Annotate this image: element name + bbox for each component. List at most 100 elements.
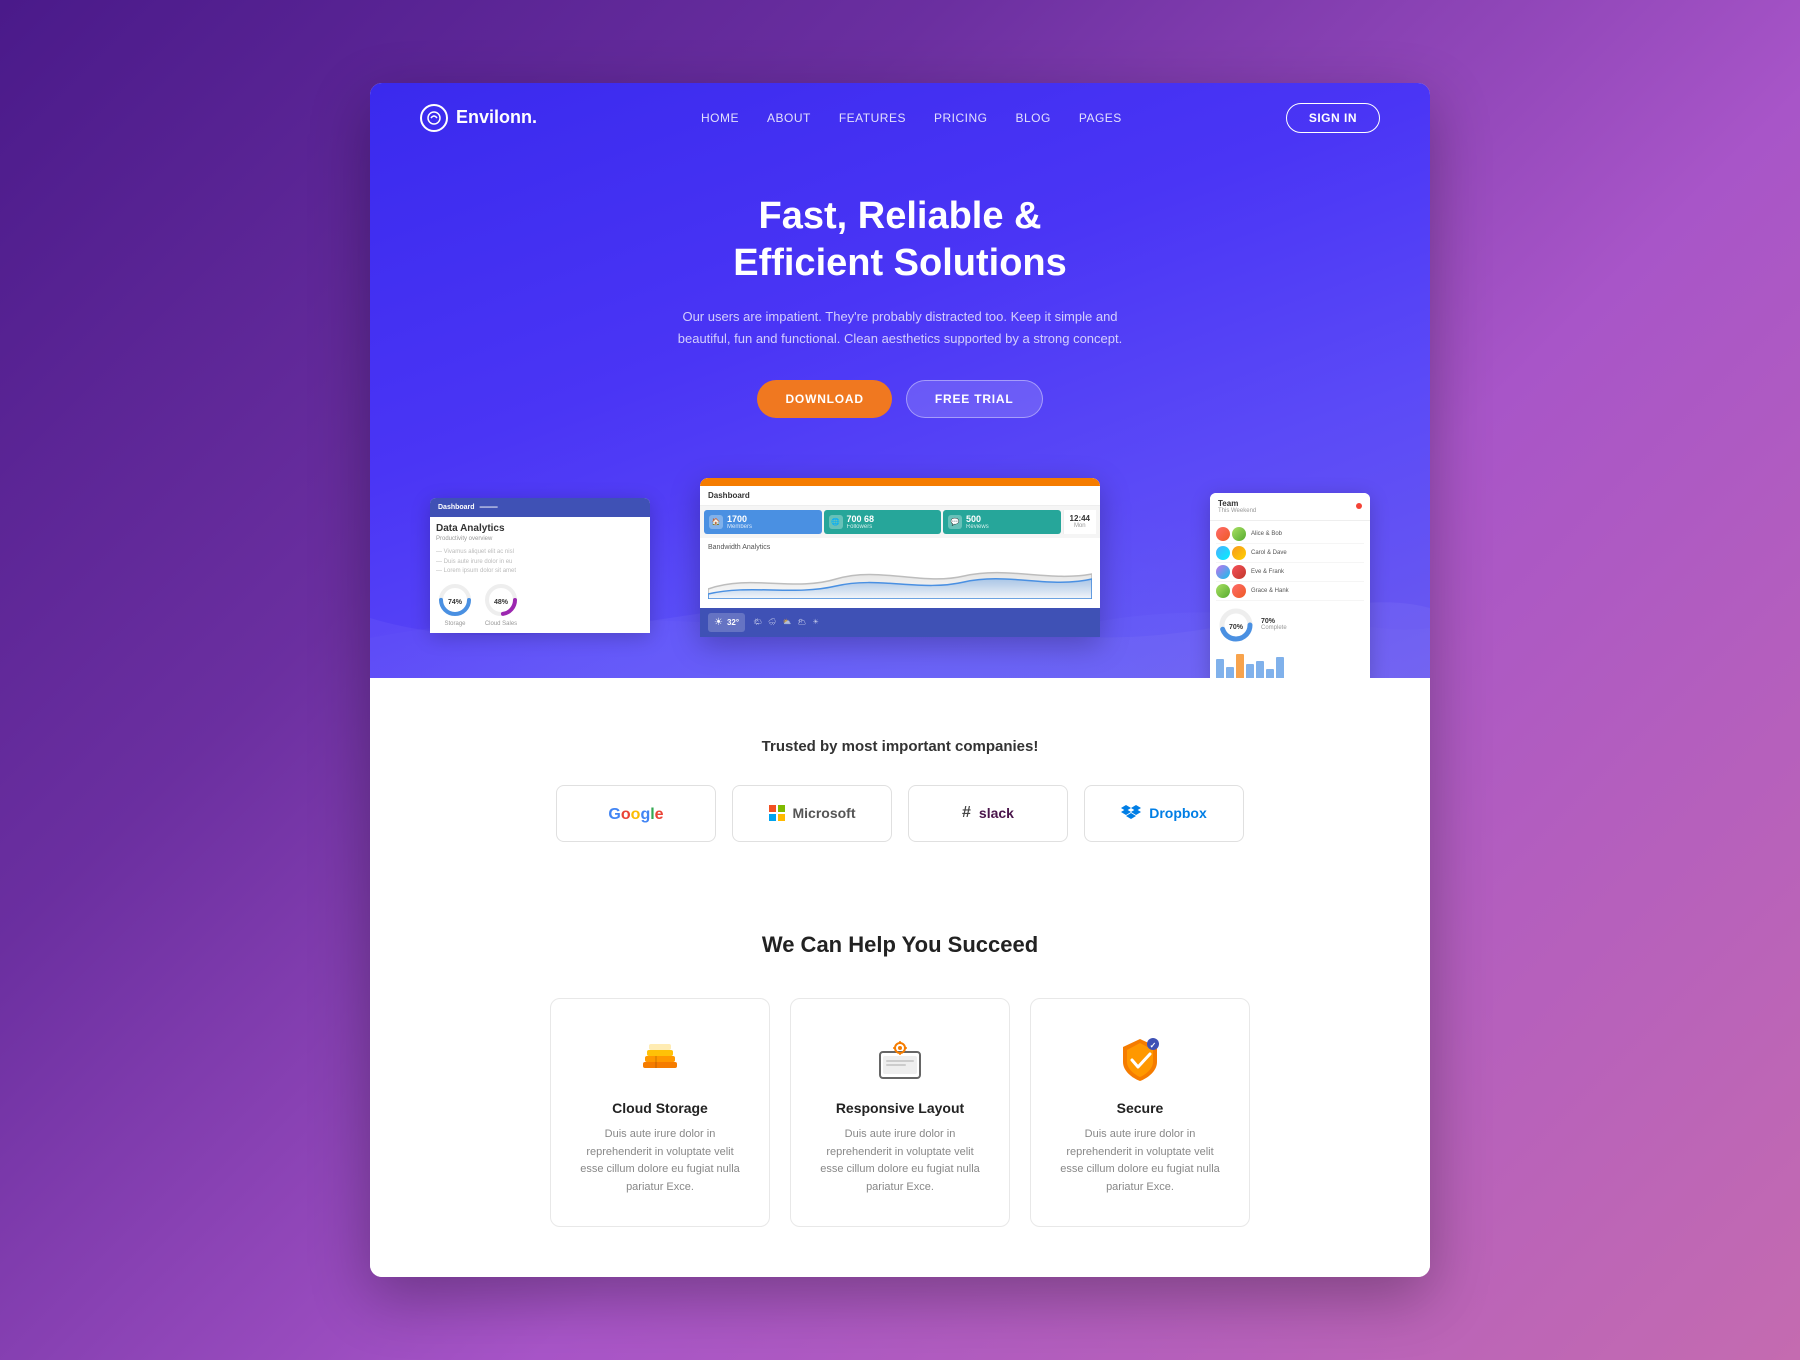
home-icon: 🏠 xyxy=(709,515,723,529)
globe-icon: 🌐 xyxy=(829,515,843,529)
features-grid: Cloud Storage Duis aute irure dolor in r… xyxy=(410,998,1390,1227)
nav-links: HOME ABOUT FEATURES PRICING BLOG PAGES xyxy=(701,109,1122,127)
microsoft-icon xyxy=(769,805,785,821)
dropbox-label: Dropbox xyxy=(1149,805,1207,821)
signin-button[interactable]: SIGN IN xyxy=(1286,103,1380,133)
team-title-wrapper: Team This Weekend xyxy=(1218,499,1256,514)
nav-pricing[interactable]: PRICING xyxy=(934,111,988,125)
weather-card: ☀ 32° xyxy=(708,613,745,632)
logo-icon xyxy=(420,104,448,132)
avatar-4 xyxy=(1232,546,1246,560)
dash-right-header: Team This Weekend xyxy=(1210,493,1370,521)
cloud-storage-icon xyxy=(635,1034,685,1084)
responsive-layout-icon xyxy=(875,1034,925,1084)
bar-5 xyxy=(1256,661,1264,678)
dash-label: Dashboard xyxy=(708,491,750,500)
team-list: Alice & Bob Carol & Dave xyxy=(1210,521,1370,678)
stat-reviews: 💬 500 Reviews xyxy=(943,510,1061,534)
time-date: Mon xyxy=(1074,523,1086,529)
member-name-4: Grace & Hank xyxy=(1251,588,1289,594)
stat-members: 🏠 1700 Members xyxy=(704,510,822,534)
bar-3 xyxy=(1236,654,1244,678)
logo-dropbox[interactable]: Dropbox xyxy=(1084,785,1244,842)
stat-reviews-num: 500 xyxy=(966,514,989,524)
dash-left-body: Data Analytics Productivity overview — V… xyxy=(430,517,650,633)
stat-members-num: 1700 xyxy=(727,514,752,524)
feature-cloud-title: Cloud Storage xyxy=(576,1100,744,1116)
nav-about[interactable]: ABOUT xyxy=(767,111,811,125)
bar-2 xyxy=(1226,667,1234,678)
team-member-3: Eve & Frank xyxy=(1216,563,1364,582)
slack-label: slack xyxy=(979,805,1014,821)
circle-stats: 74% Storage 48% Cloud Sales xyxy=(436,581,644,627)
logo-google[interactable]: Google xyxy=(556,785,716,842)
team-title: Team xyxy=(1218,499,1256,508)
nav-pages[interactable]: PAGES xyxy=(1079,111,1122,125)
analytics-title: Data Analytics xyxy=(436,523,644,534)
avatar-6 xyxy=(1232,565,1246,579)
logo-text: Envilonn. xyxy=(456,107,537,128)
avatar-pair-1 xyxy=(1216,527,1246,541)
succeed-section: We Can Help You Succeed Clo xyxy=(370,882,1430,1277)
stat-members-label: Members xyxy=(727,524,752,530)
feature-secure-title: Secure xyxy=(1056,1100,1224,1116)
dropbox-icon xyxy=(1121,805,1141,821)
circle-cloud: 48% Cloud Sales xyxy=(482,581,520,627)
nav-blog[interactable]: BLOG xyxy=(1015,111,1050,125)
hero-section: Envilonn. HOME ABOUT FEATURES PRICING BL… xyxy=(370,83,1430,678)
logo[interactable]: Envilonn. xyxy=(420,104,537,132)
dashboard-left: Dashboard ▬▬▬ Data Analytics Productivit… xyxy=(430,498,650,633)
bars-container xyxy=(1216,649,1364,678)
team-member-1: Alice & Bob xyxy=(1216,525,1364,544)
logo-microsoft[interactable]: Microsoft xyxy=(732,785,892,842)
dashboard-main: Dashboard 🏠 1700 Members 🌐 700 68 xyxy=(700,478,1100,637)
bar-4 xyxy=(1246,664,1254,678)
hero-title: Fast, Reliable & Efficient Solutions xyxy=(450,193,1350,288)
svg-text:74%: 74% xyxy=(448,599,463,606)
team-member-2: Carol & Dave xyxy=(1216,544,1364,563)
navbar: Envilonn. HOME ABOUT FEATURES PRICING BL… xyxy=(370,83,1430,153)
avatar-5 xyxy=(1216,565,1230,579)
secure-icon: ✓ xyxy=(1115,1034,1165,1084)
donut-label: 70% Complete xyxy=(1261,618,1287,631)
stat-followers-label: Followers xyxy=(847,524,875,530)
dash-topbar: Dashboard xyxy=(700,486,1100,506)
avatar-7 xyxy=(1216,584,1230,598)
hero-buttons: DOWNLOAD FREE TRIAL xyxy=(450,380,1350,418)
donut-chart: 70% xyxy=(1216,605,1256,645)
avatar-1 xyxy=(1216,527,1230,541)
microsoft-label: Microsoft xyxy=(793,805,856,821)
analytics-sub: Productivity overview xyxy=(436,536,644,542)
free-trial-button[interactable]: FREE TRIAL xyxy=(906,380,1043,418)
hero-subtitle: Our users are impatient. They're probabl… xyxy=(660,306,1140,350)
weather-bar: ☀ 32° 🌤 🌧 ⛅ 🌥 ☀ xyxy=(700,608,1100,637)
trusted-logos: Google Microsoft # slack xyxy=(410,785,1390,842)
avatar-pair-2 xyxy=(1216,546,1246,560)
download-button[interactable]: DOWNLOAD xyxy=(757,380,891,418)
stat-reviews-info: 500 Reviews xyxy=(966,514,989,530)
donut-row: 70% 70% Complete xyxy=(1216,605,1364,645)
svg-text:70%: 70% xyxy=(1229,624,1244,631)
member-name-1: Alice & Bob xyxy=(1251,531,1282,537)
status-dot xyxy=(1356,503,1362,509)
team-sub: This Weekend xyxy=(1218,508,1256,514)
stat-followers-info: 700 68 Followers xyxy=(847,514,875,530)
svg-text:48%: 48% xyxy=(494,599,509,606)
hero-content: Fast, Reliable & Efficient Solutions Our… xyxy=(370,153,1430,478)
nav-home[interactable]: HOME xyxy=(701,111,739,125)
feature-cloud-desc: Duis aute irure dolor in reprehenderit i… xyxy=(576,1126,744,1196)
dashboard-right: Team This Weekend Alice & Bob xyxy=(1210,493,1370,678)
logo-slack[interactable]: # slack xyxy=(908,785,1068,842)
avatar-3 xyxy=(1216,546,1230,560)
trusted-title: Trusted by most important companies! xyxy=(410,738,1390,755)
google-icon: Google xyxy=(608,802,663,825)
donut-sub: Complete xyxy=(1261,625,1287,631)
weather-extras: 🌤 🌧 ⛅ 🌥 ☀ xyxy=(753,618,819,626)
feature-secure-desc: Duis aute irure dolor in reprehenderit i… xyxy=(1056,1126,1224,1196)
analytics-items: — Vivamus aliquet elit ac nisl — Duis au… xyxy=(436,548,644,577)
avatar-2 xyxy=(1232,527,1246,541)
dash-left-label: Dashboard xyxy=(438,504,475,511)
nav-features[interactable]: FEATURES xyxy=(839,111,906,125)
stat-reviews-label: Reviews xyxy=(966,524,989,530)
feature-secure: ✓ Secure Duis aute irure dolor in repreh… xyxy=(1030,998,1250,1227)
